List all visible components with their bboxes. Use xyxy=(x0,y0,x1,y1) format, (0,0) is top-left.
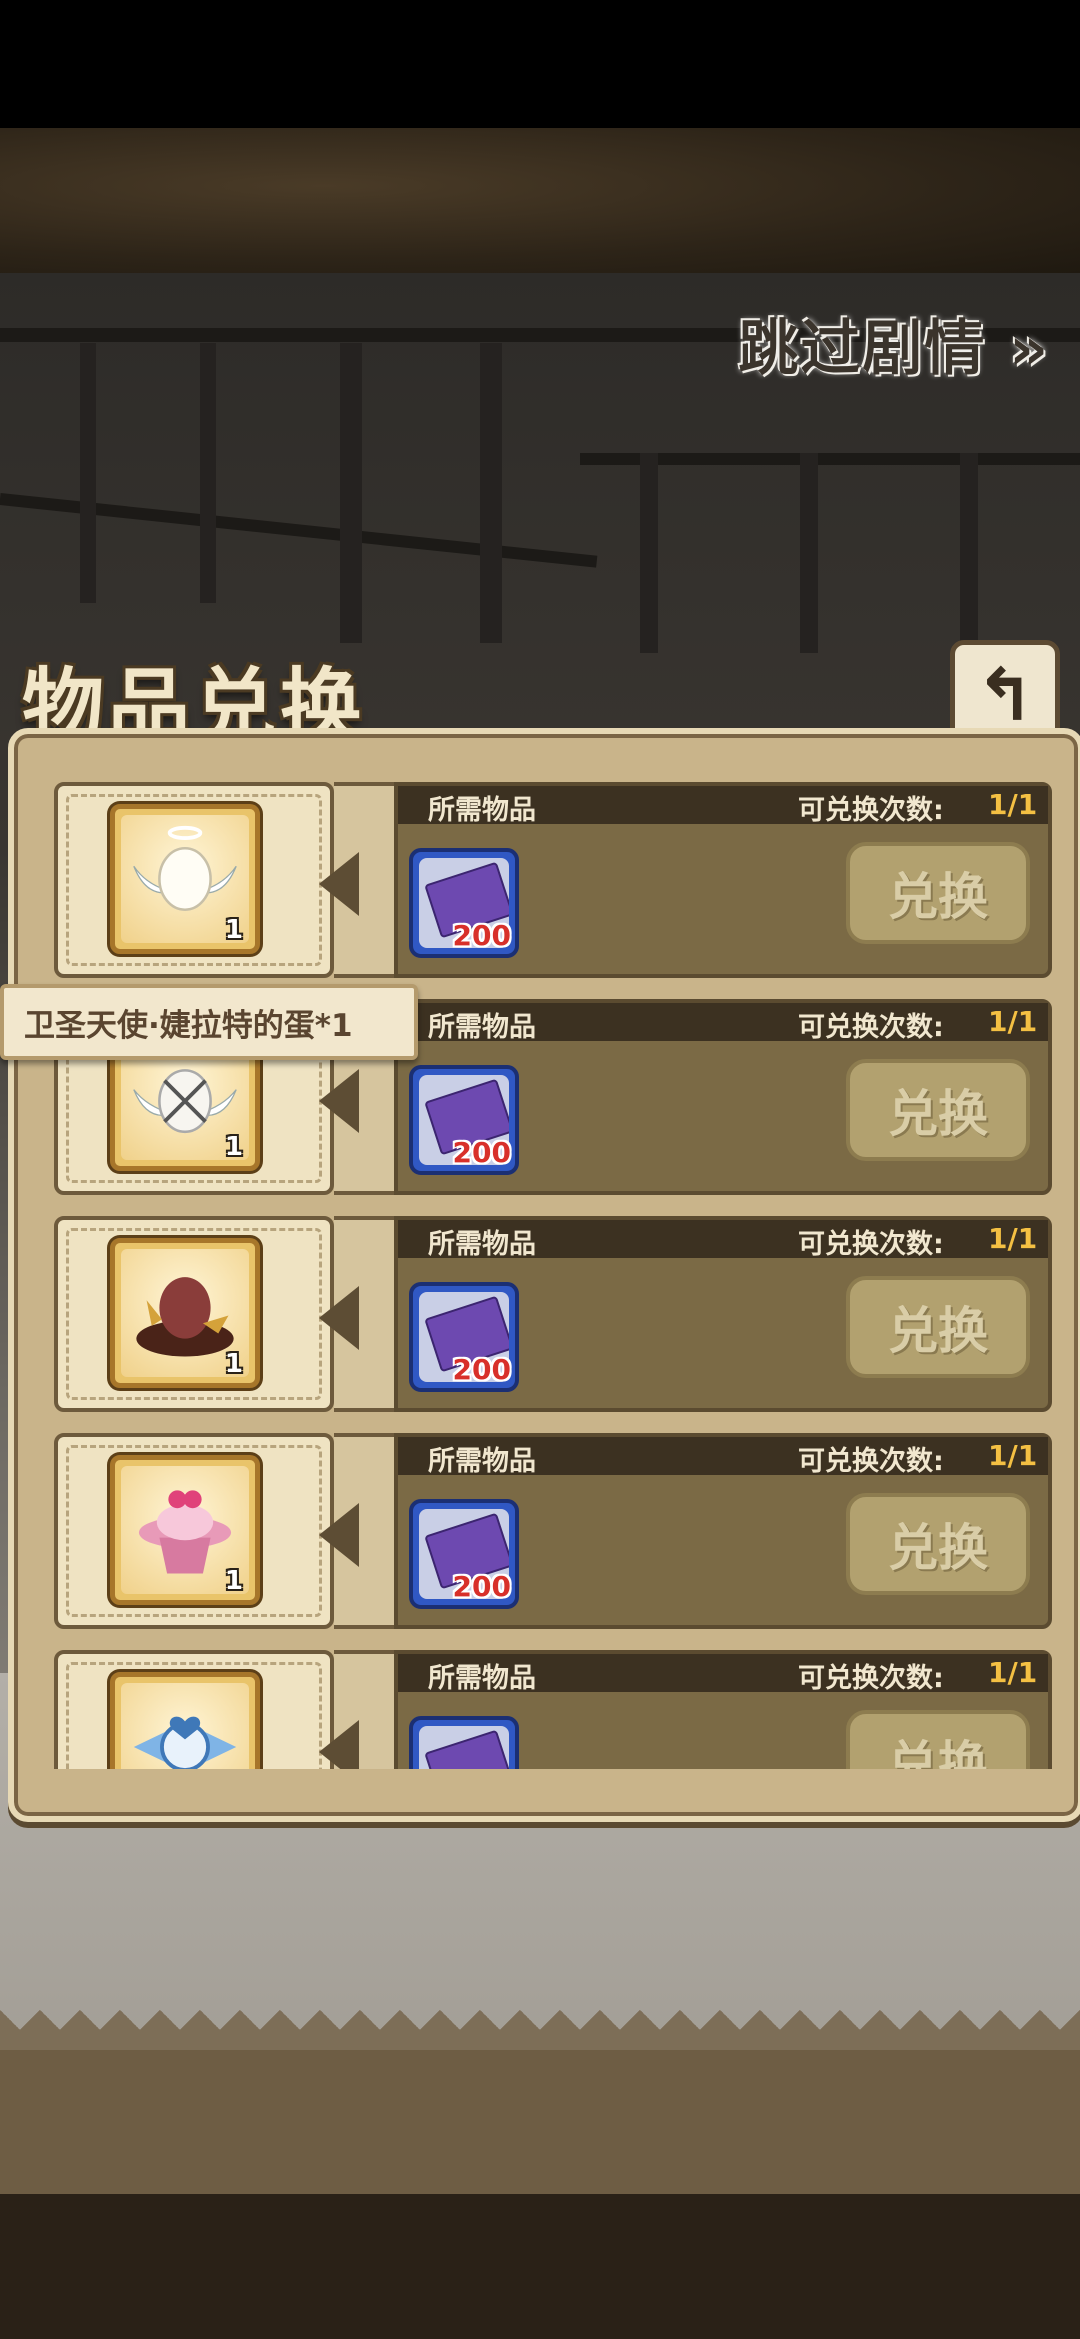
cost-amount: 200 xyxy=(452,919,511,952)
arrow-icon xyxy=(319,1286,359,1350)
exchange-count-label: 可兑换次数: xyxy=(798,795,944,826)
exchange-panel: 所需物品 可兑换次数: 1/1 1 200 兑换 所需物品 可兑换次数: 1/1… xyxy=(8,728,1080,1822)
exchange-button[interactable]: 兑换 xyxy=(846,842,1030,944)
lower-decor-band xyxy=(0,2050,1080,2194)
exchange-button[interactable]: 兑换 xyxy=(846,1493,1030,1595)
item-quantity: 1 xyxy=(224,1349,243,1379)
required-items-label: 所需物品 xyxy=(428,1229,536,1260)
exchange-row: 所需物品 可兑换次数: 1/1 1 200 兑换 xyxy=(54,1216,1052,1412)
cost-amount: 200 xyxy=(452,1136,511,1169)
required-items-label: 所需物品 xyxy=(428,795,536,826)
exchange-count-value: 1/1 xyxy=(988,1656,1038,1689)
exchange-count-value: 1/1 xyxy=(988,1439,1038,1472)
exchange-count-label: 可兑换次数: xyxy=(798,1663,944,1694)
zigzag-divider xyxy=(0,2010,1080,2050)
exchange-button[interactable]: 兑换 xyxy=(846,1710,1030,1769)
cost-item-slot[interactable]: 200 xyxy=(409,1499,519,1609)
exchange-button[interactable]: 兑换 xyxy=(846,1276,1030,1378)
item-quantity: 1 xyxy=(224,1566,243,1596)
exchange-count-value: 1/1 xyxy=(988,1222,1038,1255)
item-quantity: 1 xyxy=(224,915,243,945)
arrow-icon xyxy=(319,1503,359,1567)
item-quantity: 1 xyxy=(224,1132,243,1162)
cost-amount: 200 xyxy=(452,1353,511,1386)
bottom-decor-band xyxy=(0,2194,1080,2339)
exchange-button[interactable]: 兑换 xyxy=(846,1059,1030,1161)
cost-item-slot[interactable]: 200 xyxy=(409,848,519,958)
exchange-count-value: 1/1 xyxy=(988,1005,1038,1038)
reward-item-slot[interactable]: 1 xyxy=(110,1238,260,1388)
top-decor-band xyxy=(0,128,1080,273)
status-bar xyxy=(0,0,1080,128)
exchange-row: 所需物品 可兑换次数: 1/1 兑换 xyxy=(54,1650,1052,1769)
exchange-row: 所需物品 可兑换次数: 1/1 1 200 兑换 xyxy=(54,782,1052,978)
exchange-count-label: 可兑换次数: xyxy=(798,1229,944,1260)
reward-item-slot[interactable] xyxy=(110,1672,260,1769)
required-items-label: 所需物品 xyxy=(428,1446,536,1477)
back-arrow-icon: ↰ xyxy=(974,653,1036,737)
reward-item-slot[interactable]: 1 xyxy=(110,804,260,954)
required-items-label: 所需物品 xyxy=(428,1663,536,1694)
arrow-icon xyxy=(319,1069,359,1133)
exchange-row: 所需物品 可兑换次数: 1/1 1 200 兑换 xyxy=(54,1433,1052,1629)
exchange-count-label: 可兑换次数: xyxy=(798,1012,944,1043)
required-items-label: 所需物品 xyxy=(428,1012,536,1043)
arrow-icon xyxy=(319,1720,359,1769)
skip-story-button[interactable]: 跳过剧情 » xyxy=(738,300,1050,387)
arrow-icon xyxy=(319,852,359,916)
cost-item-slot[interactable]: 200 xyxy=(409,1282,519,1392)
heart-bow-icon xyxy=(133,1716,237,1769)
reward-item-slot[interactable]: 1 xyxy=(110,1455,260,1605)
cost-item-slot[interactable] xyxy=(409,1716,519,1769)
ticket-icon xyxy=(424,1729,509,1769)
item-tooltip: 卫圣天使·婕拉特的蛋*1 xyxy=(0,984,418,1060)
exchange-count-label: 可兑换次数: xyxy=(798,1446,944,1477)
exchange-count-value: 1/1 xyxy=(988,788,1038,821)
cost-item-slot[interactable]: 200 xyxy=(409,1065,519,1175)
cost-amount: 200 xyxy=(452,1570,511,1603)
exchange-list[interactable]: 所需物品 可兑换次数: 1/1 1 200 兑换 所需物品 可兑换次数: 1/1… xyxy=(44,754,1054,1769)
